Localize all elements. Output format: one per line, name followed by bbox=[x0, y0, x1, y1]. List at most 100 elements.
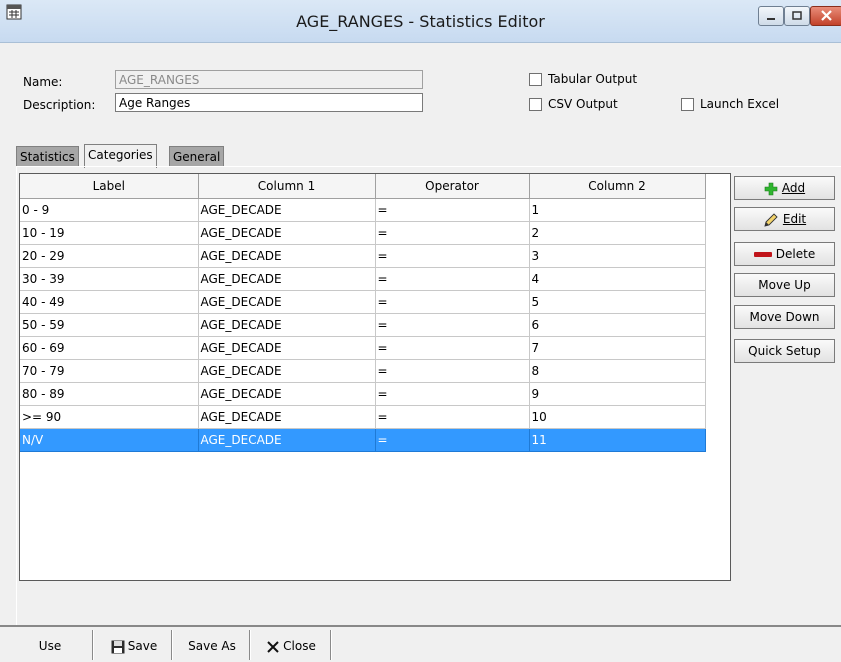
delete-button[interactable]: Delete bbox=[734, 242, 835, 266]
cell-column1[interactable]: AGE_DECADE bbox=[198, 428, 376, 452]
tabular-output-label: Tabular Output bbox=[548, 72, 638, 86]
cell-operator[interactable]: = bbox=[375, 405, 530, 429]
use-button[interactable]: Use bbox=[26, 634, 74, 658]
cell-column1[interactable]: AGE_DECADE bbox=[198, 382, 376, 406]
close-button[interactable]: Close bbox=[258, 634, 324, 658]
cell-operator[interactable]: = bbox=[375, 382, 530, 406]
cell-operator[interactable]: = bbox=[375, 198, 530, 222]
cell-operator[interactable]: = bbox=[375, 221, 530, 245]
cell-column2[interactable]: 1 bbox=[529, 198, 706, 222]
cell-column2[interactable]: 11 bbox=[529, 428, 706, 452]
edit-button[interactable]: Edit bbox=[734, 207, 835, 231]
close-window-button[interactable] bbox=[810, 6, 841, 26]
edit-button-label: Edit bbox=[782, 212, 807, 226]
add-button[interactable]: Add bbox=[734, 176, 835, 200]
csv-output-label: CSV Output bbox=[548, 97, 618, 111]
cell-column2[interactable]: 3 bbox=[529, 244, 706, 268]
column-header-operator[interactable]: Operator bbox=[375, 174, 530, 199]
column-header-label[interactable]: Label bbox=[20, 174, 199, 199]
table-row[interactable]: 50 - 59 AGE_DECADE = 6 bbox=[20, 313, 706, 337]
minus-icon bbox=[753, 251, 772, 257]
cell-column2[interactable]: 6 bbox=[529, 313, 706, 337]
add-button-label: Add bbox=[781, 181, 806, 195]
cell-operator[interactable]: = bbox=[375, 336, 530, 360]
quick-setup-button[interactable]: Quick Setup bbox=[734, 339, 835, 363]
title-bar: AGE_RANGES - Statistics Editor bbox=[0, 0, 841, 43]
cell-operator[interactable]: = bbox=[375, 313, 530, 337]
cell-label[interactable]: >= 90 bbox=[20, 405, 199, 429]
table-row[interactable]: >= 90 AGE_DECADE = 10 bbox=[20, 405, 706, 429]
cell-label[interactable]: 40 - 49 bbox=[20, 290, 199, 314]
cell-column1[interactable]: AGE_DECADE bbox=[198, 198, 376, 222]
cell-label[interactable]: 10 - 19 bbox=[20, 221, 199, 245]
tabular-output-checkbox[interactable] bbox=[529, 73, 542, 86]
toolbar-separator bbox=[92, 630, 94, 660]
cell-column1[interactable]: AGE_DECADE bbox=[198, 405, 376, 429]
cell-column2[interactable]: 9 bbox=[529, 382, 706, 406]
cell-label[interactable]: 20 - 29 bbox=[20, 244, 199, 268]
save-as-button[interactable]: Save As bbox=[181, 634, 243, 658]
tab-categories[interactable]: Categories bbox=[84, 144, 157, 168]
cell-operator[interactable]: = bbox=[375, 359, 530, 383]
table-row[interactable]: 0 - 9 AGE_DECADE = 1 bbox=[20, 198, 706, 222]
cell-column2[interactable]: 8 bbox=[529, 359, 706, 383]
csv-output-checkbox[interactable] bbox=[529, 98, 542, 111]
cell-column1[interactable]: AGE_DECADE bbox=[198, 244, 376, 268]
use-button-label: Use bbox=[38, 639, 62, 653]
cell-label[interactable]: 60 - 69 bbox=[20, 336, 199, 360]
cell-column1[interactable]: AGE_DECADE bbox=[198, 290, 376, 314]
table-row[interactable]: 20 - 29 AGE_DECADE = 3 bbox=[20, 244, 706, 268]
maximize-icon bbox=[792, 11, 802, 20]
table-row-selected[interactable]: N/V AGE_DECADE = 11 bbox=[20, 428, 706, 452]
cell-label[interactable]: 30 - 39 bbox=[20, 267, 199, 291]
tab-statistics[interactable]: Statistics bbox=[16, 146, 79, 166]
table-row[interactable]: 10 - 19 AGE_DECADE = 2 bbox=[20, 221, 706, 245]
save-button[interactable]: Save bbox=[102, 634, 166, 658]
cell-column1[interactable]: AGE_DECADE bbox=[198, 336, 376, 360]
save-as-button-label: Save As bbox=[188, 639, 236, 653]
delete-button-label: Delete bbox=[775, 247, 816, 261]
name-label: Name: bbox=[23, 75, 63, 89]
cell-label[interactable]: 50 - 59 bbox=[20, 313, 199, 337]
cell-operator[interactable]: = bbox=[375, 244, 530, 268]
cell-label[interactable]: 0 - 9 bbox=[20, 198, 199, 222]
categories-grid[interactable]: Label Column 1 Operator Column 2 0 - 9 AG… bbox=[19, 173, 731, 581]
cell-column2[interactable]: 7 bbox=[529, 336, 706, 360]
toolbar-separator bbox=[330, 630, 332, 660]
cell-operator[interactable]: = bbox=[375, 267, 530, 291]
move-up-button[interactable]: Move Up bbox=[734, 273, 835, 297]
cell-label[interactable]: 70 - 79 bbox=[20, 359, 199, 383]
description-field[interactable]: Age Ranges bbox=[115, 93, 423, 112]
cell-operator[interactable]: = bbox=[375, 428, 530, 452]
cell-column1[interactable]: AGE_DECADE bbox=[198, 221, 376, 245]
save-button-label: Save bbox=[127, 639, 158, 653]
column-header-column2[interactable]: Column 2 bbox=[529, 174, 706, 199]
table-row[interactable]: 60 - 69 AGE_DECADE = 7 bbox=[20, 336, 706, 360]
close-button-label: Close bbox=[283, 639, 316, 653]
pencil-icon bbox=[764, 212, 778, 227]
maximize-button[interactable] bbox=[784, 6, 810, 26]
cell-column2[interactable]: 4 bbox=[529, 267, 706, 291]
minimize-button[interactable] bbox=[758, 6, 784, 26]
categories-table: Label Column 1 Operator Column 2 0 - 9 AG… bbox=[20, 174, 706, 452]
table-row[interactable]: 30 - 39 AGE_DECADE = 4 bbox=[20, 267, 706, 291]
cell-column2[interactable]: 10 bbox=[529, 405, 706, 429]
toolbar-separator bbox=[171, 630, 173, 660]
cell-column1[interactable]: AGE_DECADE bbox=[198, 313, 376, 337]
cell-label[interactable]: N/V bbox=[20, 428, 199, 452]
cell-column2[interactable]: 5 bbox=[529, 290, 706, 314]
cell-column2[interactable]: 2 bbox=[529, 221, 706, 245]
cell-column1[interactable]: AGE_DECADE bbox=[198, 267, 376, 291]
move-down-button[interactable]: Move Down bbox=[734, 305, 835, 329]
column-header-column1[interactable]: Column 1 bbox=[198, 174, 376, 199]
table-row[interactable]: 80 - 89 AGE_DECADE = 9 bbox=[20, 382, 706, 406]
table-row[interactable]: 40 - 49 AGE_DECADE = 5 bbox=[20, 290, 706, 314]
name-field[interactable]: AGE_RANGES bbox=[115, 70, 423, 89]
tab-general[interactable]: General bbox=[169, 146, 225, 166]
cell-label[interactable]: 80 - 89 bbox=[20, 382, 199, 406]
cell-column1[interactable]: AGE_DECADE bbox=[198, 359, 376, 383]
table-row[interactable]: 70 - 79 AGE_DECADE = 8 bbox=[20, 359, 706, 383]
minimize-icon bbox=[767, 18, 775, 20]
cell-operator[interactable]: = bbox=[375, 290, 530, 314]
launch-excel-checkbox[interactable] bbox=[681, 98, 694, 111]
